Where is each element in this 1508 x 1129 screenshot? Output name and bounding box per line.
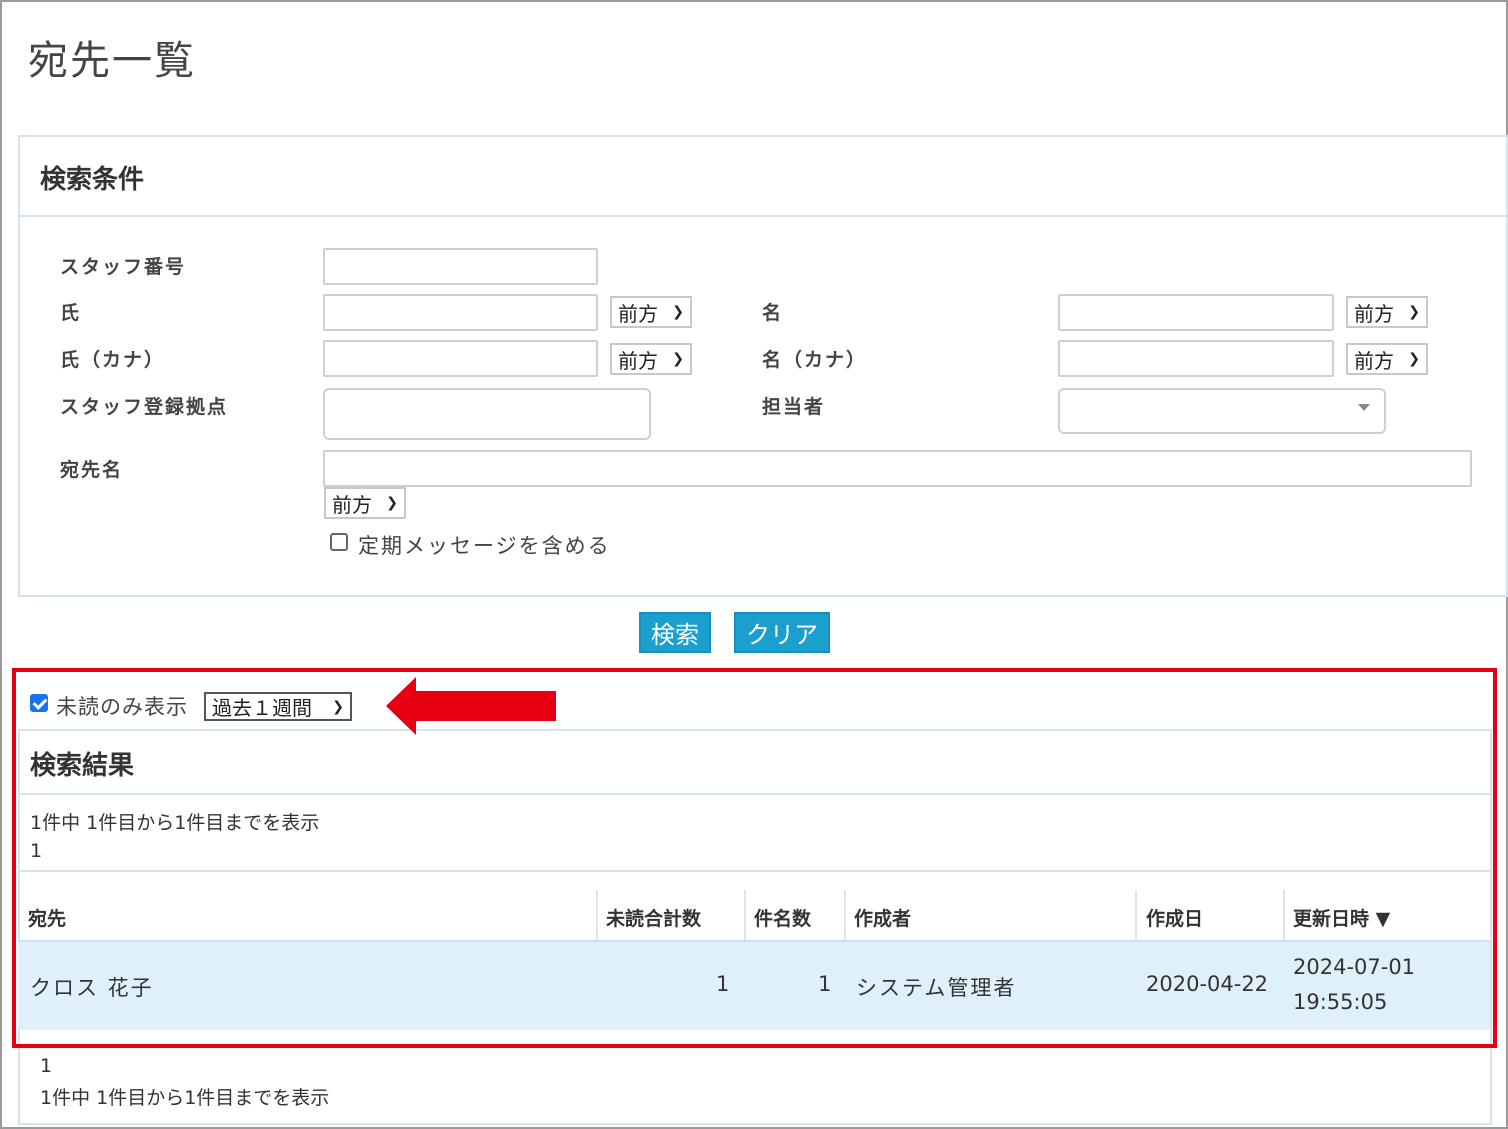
arrow-left-icon	[386, 677, 416, 735]
staff-no-input[interactable]	[323, 248, 598, 285]
first-name-match-value: 前方	[1354, 301, 1394, 326]
first-name-kana-match-select[interactable]: 前方 ❯	[1346, 343, 1428, 375]
clear-button[interactable]: クリア	[734, 612, 830, 653]
destination-name-match-select[interactable]: 前方 ❯	[324, 487, 406, 519]
staff-base-field[interactable]	[323, 388, 651, 440]
label-staff-base: スタッフ登録拠点	[60, 396, 229, 418]
last-name-input[interactable]	[323, 294, 598, 331]
arrow-shaft	[414, 691, 556, 721]
caret-down-icon	[1358, 404, 1370, 411]
last-name-kana-input[interactable]	[323, 340, 598, 377]
page-title: 宛先一覧	[28, 38, 196, 84]
label-last-name: 氏	[60, 302, 82, 324]
chevron-down-icon: ❯	[1408, 351, 1420, 367]
destination-name-match-value: 前方	[332, 492, 372, 517]
label-destination-name: 宛先名	[60, 459, 124, 481]
search-button[interactable]: 検索	[639, 612, 711, 653]
footer-results-summary: 1件中 1件目から1件目までを表示	[40, 1087, 330, 1109]
highlight-box	[12, 668, 1497, 1048]
label-person-in-charge: 担当者	[762, 396, 826, 418]
label-first-name: 名	[762, 302, 784, 324]
first-name-kana-input[interactable]	[1058, 340, 1334, 377]
last-name-match-select[interactable]: 前方 ❯	[610, 296, 692, 328]
chevron-down-icon: ❯	[672, 304, 684, 320]
chevron-down-icon: ❯	[1408, 304, 1420, 320]
last-name-kana-match-value: 前方	[618, 348, 658, 373]
search-panel-header: 検索条件	[20, 137, 1506, 217]
destination-name-input[interactable]	[323, 450, 1472, 487]
chevron-down-icon: ❯	[672, 351, 684, 367]
first-name-input[interactable]	[1058, 294, 1334, 331]
last-name-match-value: 前方	[618, 301, 658, 326]
footer-pagination-page-link[interactable]: 1	[40, 1055, 52, 1077]
first-name-match-select[interactable]: 前方 ❯	[1346, 296, 1428, 328]
person-in-charge-select[interactable]	[1058, 388, 1386, 434]
label-staff-no: スタッフ番号	[60, 256, 187, 278]
label-last-name-kana: 氏（カナ）	[60, 349, 166, 371]
include-periodic-checkbox[interactable]	[330, 533, 348, 551]
first-name-kana-match-value: 前方	[1354, 348, 1394, 373]
label-first-name-kana: 名（カナ）	[762, 349, 868, 371]
include-periodic-label: 定期メッセージを含める	[358, 534, 611, 558]
search-panel-title: 検索条件	[40, 165, 145, 195]
last-name-kana-match-select[interactable]: 前方 ❯	[610, 343, 692, 375]
chevron-down-icon: ❯	[386, 495, 398, 511]
